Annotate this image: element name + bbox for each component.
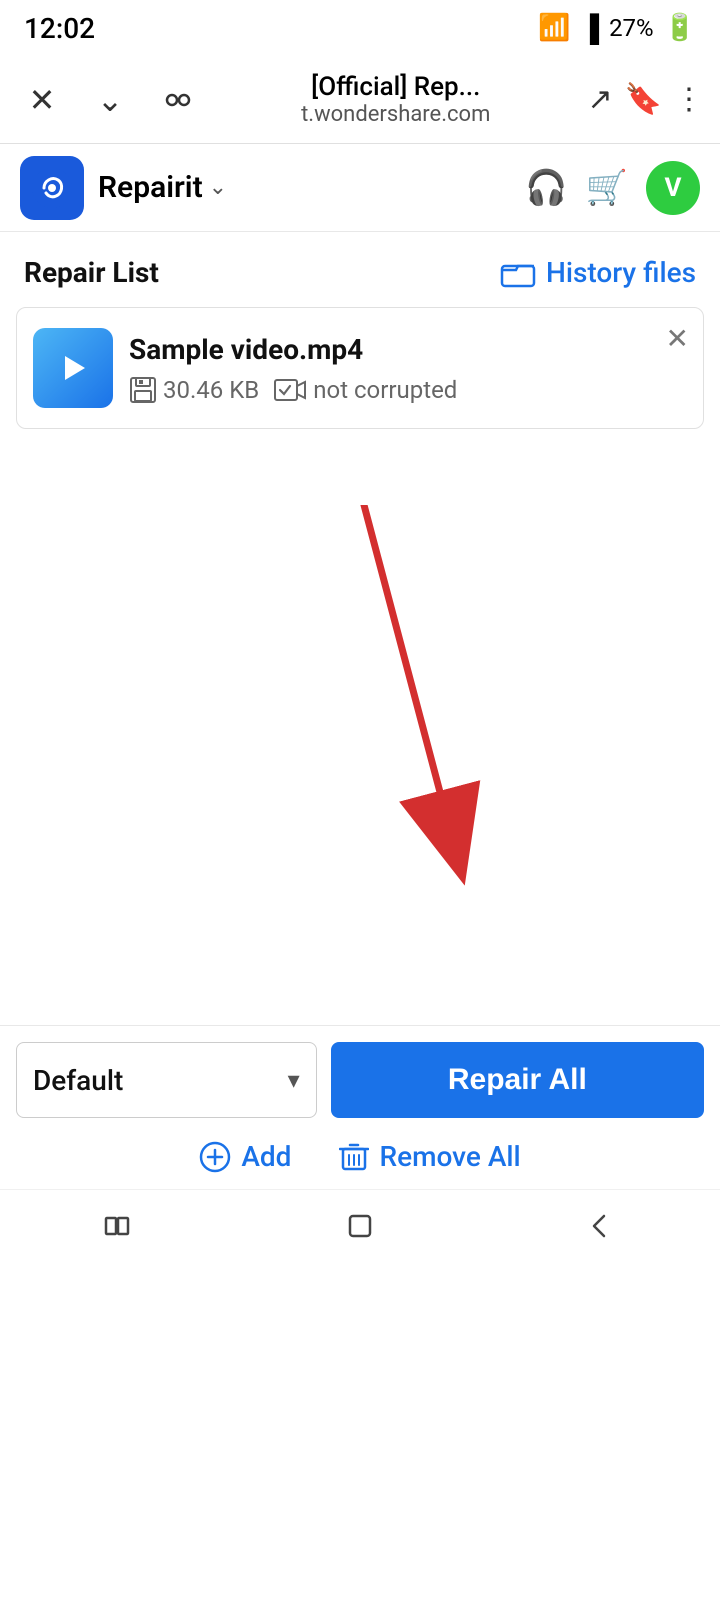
app-name: Repairit — [98, 170, 203, 205]
browser-domain: t.wondershare.com — [301, 102, 490, 127]
history-files-label: History files — [546, 256, 696, 289]
file-close-button[interactable]: ✕ — [666, 322, 689, 355]
add-label: Add — [241, 1140, 291, 1173]
default-select[interactable]: Default ▾ — [16, 1042, 317, 1118]
nav-recent-button[interactable] — [102, 1208, 138, 1252]
red-arrow-annotation — [344, 505, 504, 905]
check-video-icon — [273, 376, 307, 404]
signal-icon: ▐ — [581, 13, 599, 44]
system-nav-bar — [0, 1189, 720, 1269]
support-icon[interactable]: 🎧 — [525, 168, 567, 208]
browser-close-button[interactable]: ✕ — [16, 74, 68, 126]
battery-icon: 🔋 — [664, 13, 696, 43]
repair-all-button[interactable]: Repair All — [331, 1042, 704, 1118]
remove-all-button[interactable]: Remove All — [339, 1140, 520, 1173]
status-bar: 12:02 📶 ▐ 27% 🔋 — [0, 0, 720, 56]
repair-list-title: Repair List — [24, 256, 159, 289]
avatar[interactable]: V — [646, 161, 700, 215]
bookmark-icon[interactable]: 🔖 — [625, 82, 662, 117]
header-icons: 🎧 🛒 V — [525, 161, 700, 215]
bottom-toolbar: Default ▾ Repair All Add Remove — [0, 1025, 720, 1189]
browser-page-title: [Official] Rep... — [311, 72, 480, 102]
app-logo — [20, 156, 84, 220]
cart-icon[interactable]: 🛒 — [586, 168, 628, 208]
default-label: Default — [33, 1064, 123, 1097]
more-options-icon[interactable]: ⋮ — [674, 82, 704, 117]
browser-url-area[interactable]: [Official] Rep... t.wondershare.com — [220, 72, 572, 127]
wifi-icon: 📶 — [538, 13, 570, 43]
file-name: Sample video.mp4 — [129, 333, 687, 366]
select-chevron-icon: ▾ — [288, 1066, 300, 1094]
nav-back-button[interactable] — [582, 1208, 618, 1252]
file-size-item: 30.46 KB — [129, 376, 259, 404]
arrow-area — [0, 445, 720, 1025]
file-thumbnail — [33, 328, 113, 408]
remove-all-label: Remove All — [379, 1140, 520, 1173]
file-size: 30.46 KB — [163, 376, 259, 404]
file-status-item: not corrupted — [273, 376, 457, 404]
browser-down-button[interactable]: ⌄ — [84, 74, 136, 126]
history-files-button[interactable]: History files — [500, 256, 696, 289]
status-icons: 📶 ▐ 27% 🔋 — [538, 13, 696, 44]
browser-bar: ✕ ⌄ [Official] Rep... t.wondershare.com … — [0, 56, 720, 144]
browser-tabs-button[interactable] — [152, 74, 204, 126]
app-name-area[interactable]: Repairit ⌄ — [98, 170, 511, 205]
battery-indicator: 27% — [609, 14, 654, 42]
chevron-down-icon: ⌄ — [209, 175, 227, 200]
add-button[interactable]: Add — [199, 1140, 291, 1173]
browser-actions: ↗︎ 🔖 ⋮ — [588, 82, 705, 117]
floppy-disk-icon — [129, 376, 157, 404]
file-card: Sample video.mp4 30.46 KB n — [16, 307, 704, 429]
repair-list-header: Repair List History files — [0, 232, 720, 307]
file-status: not corrupted — [313, 376, 457, 404]
toolbar-row2: Add Remove All — [16, 1132, 704, 1177]
status-time: 12:02 — [24, 12, 95, 45]
share-icon[interactable]: ↗︎ — [588, 82, 613, 117]
file-meta: 30.46 KB not corrupted — [129, 376, 687, 404]
trash-icon — [339, 1141, 369, 1173]
toolbar-row1: Default ▾ Repair All — [16, 1042, 704, 1118]
file-info: Sample video.mp4 30.46 KB n — [129, 333, 687, 404]
nav-home-button[interactable] — [342, 1208, 378, 1252]
add-circle-icon — [199, 1141, 231, 1173]
app-header: Repairit ⌄ 🎧 🛒 V — [0, 144, 720, 232]
